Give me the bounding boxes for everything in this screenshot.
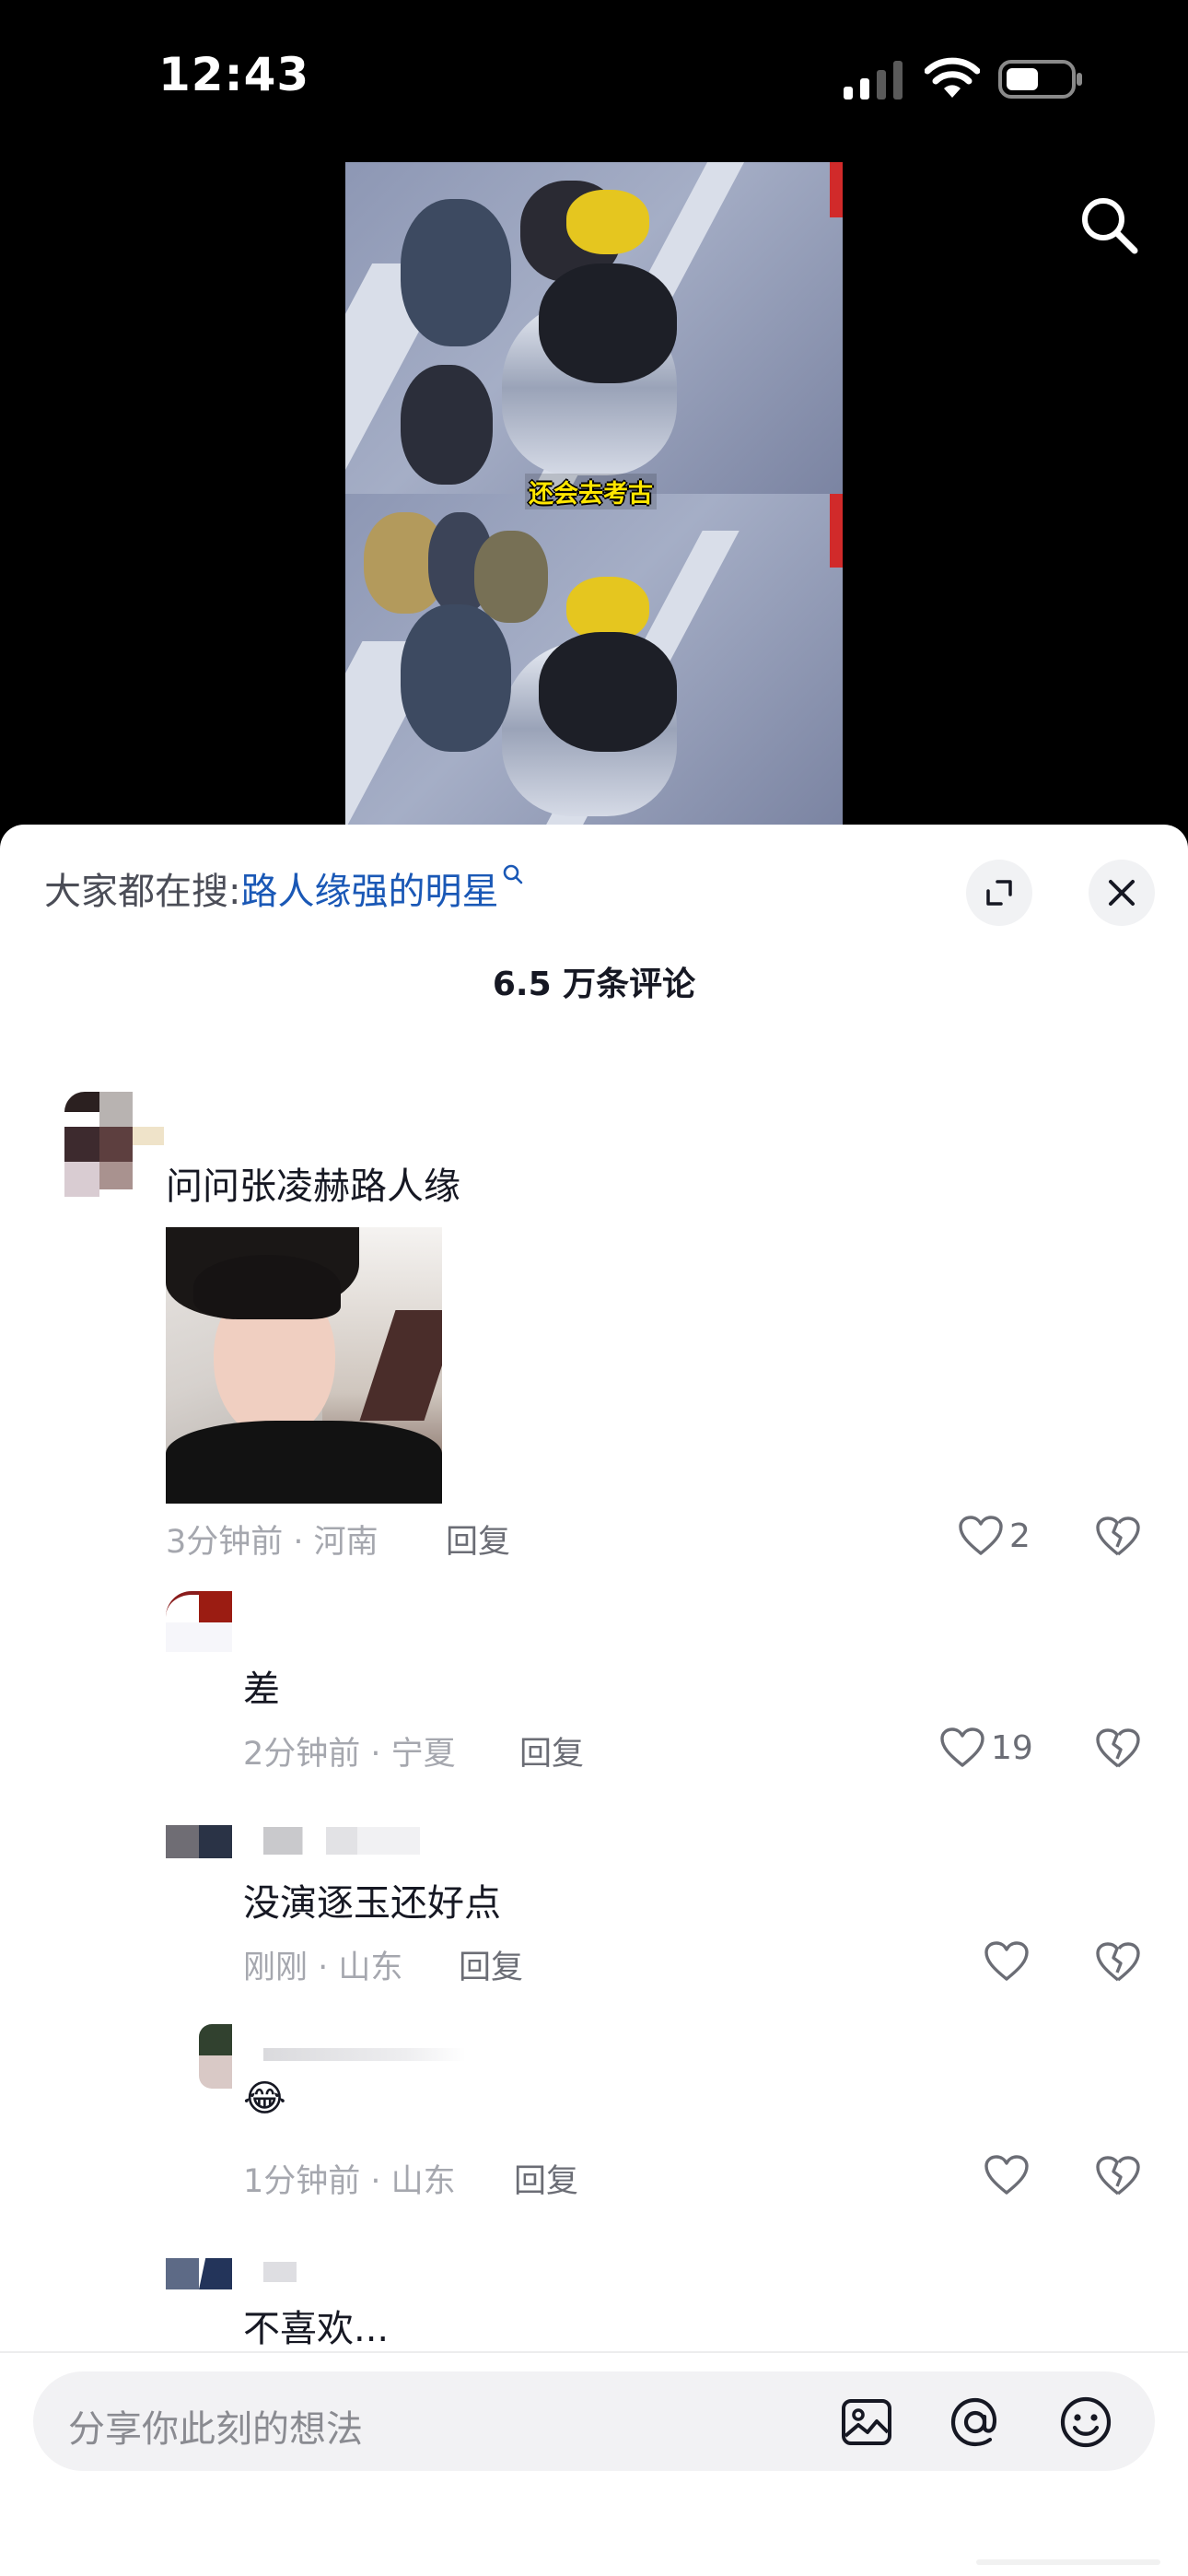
- commenter-avatar[interactable]: [166, 1591, 232, 1652]
- comment-photo[interactable]: [166, 1227, 442, 1504]
- comment-text: 没演逐玉还好点: [243, 1882, 501, 1925]
- search-suggestion-prefix: 大家都在搜:: [44, 871, 241, 913]
- like-button[interactable]: 19: [939, 1722, 1033, 1774]
- comment-emoji: 😂: [243, 2078, 286, 2120]
- video-frame-top: [345, 162, 843, 494]
- comment-text: 不喜欢...: [243, 2308, 390, 2350]
- dislike-icon[interactable]: [1094, 2151, 1142, 2199]
- reply-button[interactable]: 回复: [446, 1516, 510, 1563]
- comment-count: 6.5 万条评论: [492, 966, 696, 1003]
- comment-meta: 1分钟前 · 山东: [243, 2163, 456, 2200]
- heart-icon: [959, 1516, 1003, 1555]
- cellular-signal-icon: [844, 61, 903, 100]
- comment-text: 差: [243, 1669, 280, 1711]
- comment-input-bar: 分享你此刻的想法: [0, 2351, 1188, 2576]
- close-icon: [1109, 880, 1135, 906]
- like-button[interactable]: [984, 1936, 1030, 1987]
- like-button[interactable]: 2: [958, 1510, 1031, 1562]
- commenter-avatar[interactable]: [166, 2258, 232, 2289]
- search-suggestion-keyword[interactable]: 路人缘强的明星: [240, 871, 498, 913]
- image-icon[interactable]: [838, 2394, 895, 2451]
- reply-button[interactable]: 回复: [519, 1727, 584, 1774]
- commenter-avatar[interactable]: [166, 1825, 232, 1858]
- search-icon[interactable]: [1076, 192, 1142, 258]
- dislike-icon[interactable]: [1094, 1512, 1142, 1560]
- like-button[interactable]: [984, 2149, 1030, 2201]
- dislike-icon[interactable]: [1094, 1938, 1142, 1985]
- expand-button[interactable]: [966, 860, 1032, 926]
- reply-button[interactable]: 回复: [459, 1941, 523, 1988]
- battery-icon: [998, 60, 1082, 99]
- comment-meta: 3分钟前 · 河南: [166, 1524, 379, 1561]
- comment-text: 问问张凌赫路人缘: [166, 1165, 460, 1208]
- like-count: 19: [991, 1728, 1033, 1767]
- commenter-avatar[interactable]: [44, 1092, 164, 1202]
- commenter-name[interactable]: [263, 2048, 466, 2061]
- search-suggestion[interactable]: 大家都在搜:路人缘强的明星: [44, 861, 524, 915]
- wifi-icon: [925, 57, 980, 98]
- comment-meta: 2分钟前 · 宁夏: [243, 1736, 456, 1773]
- comments-sheet: 大家都在搜:路人缘强的明星 6.5 万条评论 问问张凌赫路人缘 3分钟前 · 河…: [0, 825, 1188, 2576]
- comment-meta: 刚刚 · 山东: [243, 1950, 403, 1986]
- video-frame-bottom: [345, 494, 843, 825]
- reply-button[interactable]: 回复: [514, 2155, 578, 2202]
- expand-icon: [986, 880, 1012, 906]
- heart-icon: [984, 1941, 1029, 1981]
- heart-icon: [984, 2155, 1029, 2195]
- emoji-icon[interactable]: [1057, 2394, 1114, 2451]
- status-bar: 12:43: [0, 0, 1188, 157]
- like-count: 2: [1009, 1516, 1031, 1555]
- commenter-name[interactable]: [263, 1827, 420, 1855]
- commenter-avatar[interactable]: [199, 2024, 232, 2089]
- close-button[interactable]: [1089, 860, 1155, 926]
- comment-input-placeholder: 分享你此刻的想法: [68, 2408, 363, 2451]
- commenter-name[interactable]: [263, 2262, 297, 2282]
- dislike-icon[interactable]: [1094, 1724, 1142, 1772]
- status-time: 12:43: [158, 48, 310, 101]
- mention-icon[interactable]: [947, 2394, 1004, 2451]
- video-caption: 还会去考古: [525, 474, 657, 509]
- search-small-icon: [504, 864, 523, 884]
- comment-input[interactable]: 分享你此刻的想法: [33, 2371, 1155, 2471]
- video-player[interactable]: 还会去考古: [345, 162, 843, 825]
- home-indicator: [976, 2559, 1160, 2565]
- heart-icon: [940, 1727, 984, 1767]
